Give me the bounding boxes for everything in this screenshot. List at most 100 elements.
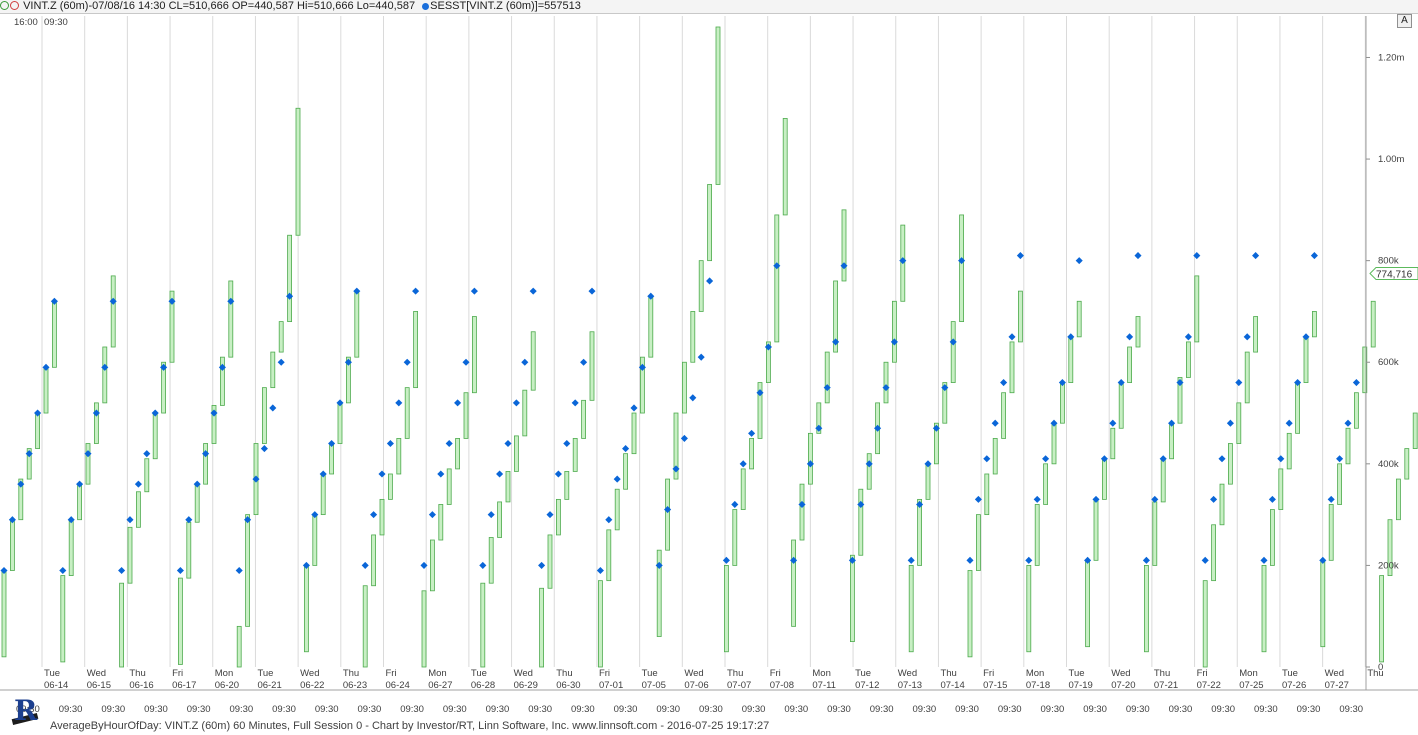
volume-bar (387, 473, 393, 500)
y-tick-label: 400k (1378, 459, 1399, 470)
day-of-week-label: Fri (1197, 668, 1208, 679)
volume-bar (1060, 382, 1065, 424)
hour-label: 09:30 (486, 704, 510, 715)
date-label: 07-07 (727, 680, 751, 691)
date-label: 07-06 (684, 680, 708, 691)
volume-bar (135, 491, 141, 528)
day-of-week-label: Tue (642, 668, 658, 679)
volume-bar (1135, 316, 1141, 348)
volume-bar (1110, 427, 1116, 460)
volume-bar (52, 300, 57, 368)
day-of-week-label: Thu (940, 668, 956, 679)
volume-bar (1354, 392, 1359, 429)
volume-bar (396, 438, 402, 475)
date-label: 07-14 (940, 680, 964, 691)
volume-bar (698, 260, 704, 312)
plot-area (0, 16, 1366, 687)
volume-bar (1396, 478, 1401, 521)
day-of-week-label: Fri (172, 668, 183, 679)
volume-bar (850, 554, 855, 643)
volume-bar (984, 473, 990, 516)
y-tick-label: 200k (1378, 560, 1399, 571)
volume-bar (261, 387, 267, 444)
volume-bar (749, 438, 754, 470)
volume-bar (824, 351, 830, 404)
volume-bar (581, 399, 586, 439)
volume-bar (892, 300, 897, 363)
day-of-week-label: Thu (727, 668, 743, 679)
day-of-week-label: Tue (471, 668, 487, 679)
date-label: 06-23 (343, 680, 367, 691)
day-of-week-label: Wed (684, 668, 703, 679)
volume-bar (530, 331, 536, 391)
volume-bar (278, 321, 284, 353)
volume-bar (1186, 341, 1191, 378)
volume-bar (43, 366, 49, 414)
volume-bar (598, 580, 603, 668)
time-label-first: 16:00 (14, 17, 38, 28)
volume-bar (1236, 402, 1242, 444)
hour-label: 09:30 (400, 704, 424, 715)
volume-bar (463, 392, 469, 439)
volume-bar (119, 582, 124, 668)
volume-bar (110, 275, 116, 348)
volume-bar (1345, 427, 1351, 465)
price-chart[interactable]: 0200k400k600k800k1.00m1.20m774,716 16:00… (0, 0, 1418, 733)
volume-bar (404, 387, 410, 439)
volume-bar (1102, 458, 1107, 500)
date-label: 07-18 (1026, 680, 1050, 691)
volume-bar (1228, 443, 1233, 485)
hour-label: 09:30 (315, 704, 339, 715)
volume-bar (1076, 300, 1082, 338)
day-of-week-label: Wed (898, 668, 917, 679)
date-label: 06-15 (87, 680, 111, 691)
volume-bar (623, 453, 628, 490)
volume-bar (1034, 504, 1040, 566)
volume-bar (438, 504, 444, 541)
date-label: 07-20 (1111, 680, 1135, 691)
volume-bar (950, 321, 956, 383)
date-label: 07-21 (1154, 680, 1178, 691)
day-of-week-label: Thu (129, 668, 145, 679)
volume-bar (1379, 575, 1384, 663)
linn-logo: R (8, 692, 42, 730)
volume-bar (77, 483, 82, 521)
date-label: 07-19 (1069, 680, 1093, 691)
day-of-week-label: Fri (770, 668, 781, 679)
volume-bar (379, 498, 385, 536)
hour-label: 09:30 (1126, 704, 1150, 715)
volume-bar (992, 438, 998, 475)
date-label: 07-01 (599, 680, 623, 691)
hour-label: 09:30 (571, 704, 595, 715)
day-of-week-label: Mon (1239, 668, 1257, 679)
day-of-week-label: Thu (1154, 668, 1170, 679)
day-of-week-label: Fri (983, 668, 994, 679)
volume-bar (497, 501, 503, 538)
hour-label: 09:30 (1297, 704, 1321, 715)
date-label: 07-22 (1197, 680, 1221, 691)
volume-bar (186, 521, 192, 579)
volume-bar (1295, 382, 1300, 434)
svg-text:R: R (14, 694, 38, 727)
volume-bar (228, 280, 234, 358)
volume-bar (1261, 565, 1267, 653)
day-of-week-label: Wed (300, 668, 319, 679)
volume-bar (1253, 316, 1258, 353)
day-of-week-label: Wed (1111, 668, 1130, 679)
volume-bar (1412, 412, 1418, 449)
volume-bar (413, 311, 419, 389)
volume-bar (1018, 290, 1023, 343)
volume-bar (614, 488, 620, 531)
y-tick-label: 1.00m (1378, 154, 1404, 165)
volume-bar (648, 295, 654, 358)
volume-bar (1169, 422, 1174, 460)
time-label-second: 09:30 (44, 17, 68, 28)
day-of-week-label: Thu (1367, 668, 1383, 679)
volume-bar (547, 534, 553, 589)
volume-bar (967, 570, 973, 658)
volume-bar (9, 519, 15, 571)
volume-bar (354, 290, 360, 358)
volume-bar (1051, 422, 1057, 465)
volume-bar (236, 625, 242, 668)
price-marker-label: 774,716 (1376, 269, 1413, 280)
